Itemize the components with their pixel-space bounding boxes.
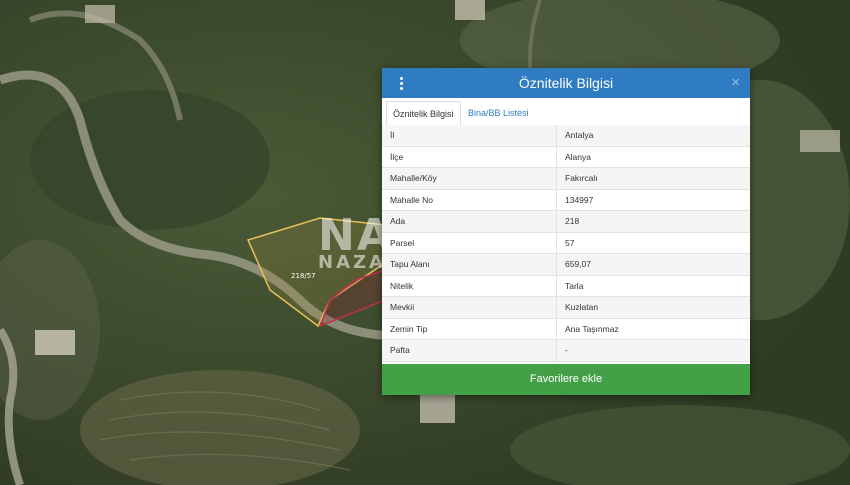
row-key: Zemin Tip bbox=[382, 318, 557, 340]
parcel-label: 218/57 bbox=[291, 272, 316, 280]
tab-building-list[interactable]: Bina/BB Listesi bbox=[462, 101, 535, 125]
table-row: Mevkii Kuzlatan bbox=[382, 296, 750, 319]
add-to-favorites-button[interactable]: Favorilere ekle bbox=[382, 364, 750, 395]
table-row: İl Antalya bbox=[382, 125, 750, 147]
table-row: Tapu Alanı 659,07 bbox=[382, 253, 750, 276]
row-key: Mahalle No bbox=[382, 189, 557, 211]
table-row: Mahalle No 134997 bbox=[382, 189, 750, 211]
row-key: Parsel bbox=[382, 232, 557, 254]
row-value: Antalya bbox=[556, 125, 750, 147]
row-key: İl bbox=[382, 125, 557, 147]
row-key: Pafta bbox=[382, 339, 557, 362]
table-row: Pafta - bbox=[382, 339, 750, 362]
table-row: Zemin Tip Ana Taşınmaz bbox=[382, 318, 750, 340]
table-row: Mahalle/Köy Fakırcalı bbox=[382, 167, 750, 190]
row-key: Mevkii bbox=[382, 296, 557, 319]
table-row: Parsel 57 bbox=[382, 232, 750, 254]
tab-attribute-info[interactable]: Öznitelik Bilgisi bbox=[386, 101, 461, 127]
row-value: Ana Taşınmaz bbox=[556, 318, 750, 340]
table-row: İlçe Alanya bbox=[382, 146, 750, 168]
row-value: 659,07 bbox=[556, 253, 750, 276]
row-key: Ada bbox=[382, 210, 557, 233]
attribute-table: İl Antalya İlçe Alanya Mahalle/Köy Fakırcal… bbox=[382, 125, 750, 362]
attribute-panel: Öznitelik Bilgisi × Öznitelik Bilgisi Bi… bbox=[382, 68, 750, 395]
table-row: Ada 218 bbox=[382, 210, 750, 233]
row-key: Tapu Alanı bbox=[382, 253, 557, 276]
tab-bar: Öznitelik Bilgisi Bina/BB Listesi bbox=[382, 98, 750, 127]
row-value: Kuzlatan bbox=[556, 296, 750, 319]
row-value: 57 bbox=[556, 232, 750, 254]
row-key: Nitelik bbox=[382, 275, 557, 297]
close-icon[interactable]: × bbox=[731, 68, 740, 98]
panel-header: Öznitelik Bilgisi × bbox=[382, 68, 750, 98]
row-key: Mahalle/Köy bbox=[382, 167, 557, 190]
row-key: İlçe bbox=[382, 146, 557, 168]
table-row: Nitelik Tarla bbox=[382, 275, 750, 297]
row-value: Fakırcalı bbox=[556, 167, 750, 190]
row-value: 134997 bbox=[556, 189, 750, 211]
panel-title: Öznitelik Bilgisi bbox=[518, 75, 614, 91]
row-value: 218 bbox=[556, 210, 750, 233]
row-value: Alanya bbox=[556, 146, 750, 168]
row-value: - bbox=[556, 339, 750, 362]
row-value: Tarla bbox=[556, 275, 750, 297]
